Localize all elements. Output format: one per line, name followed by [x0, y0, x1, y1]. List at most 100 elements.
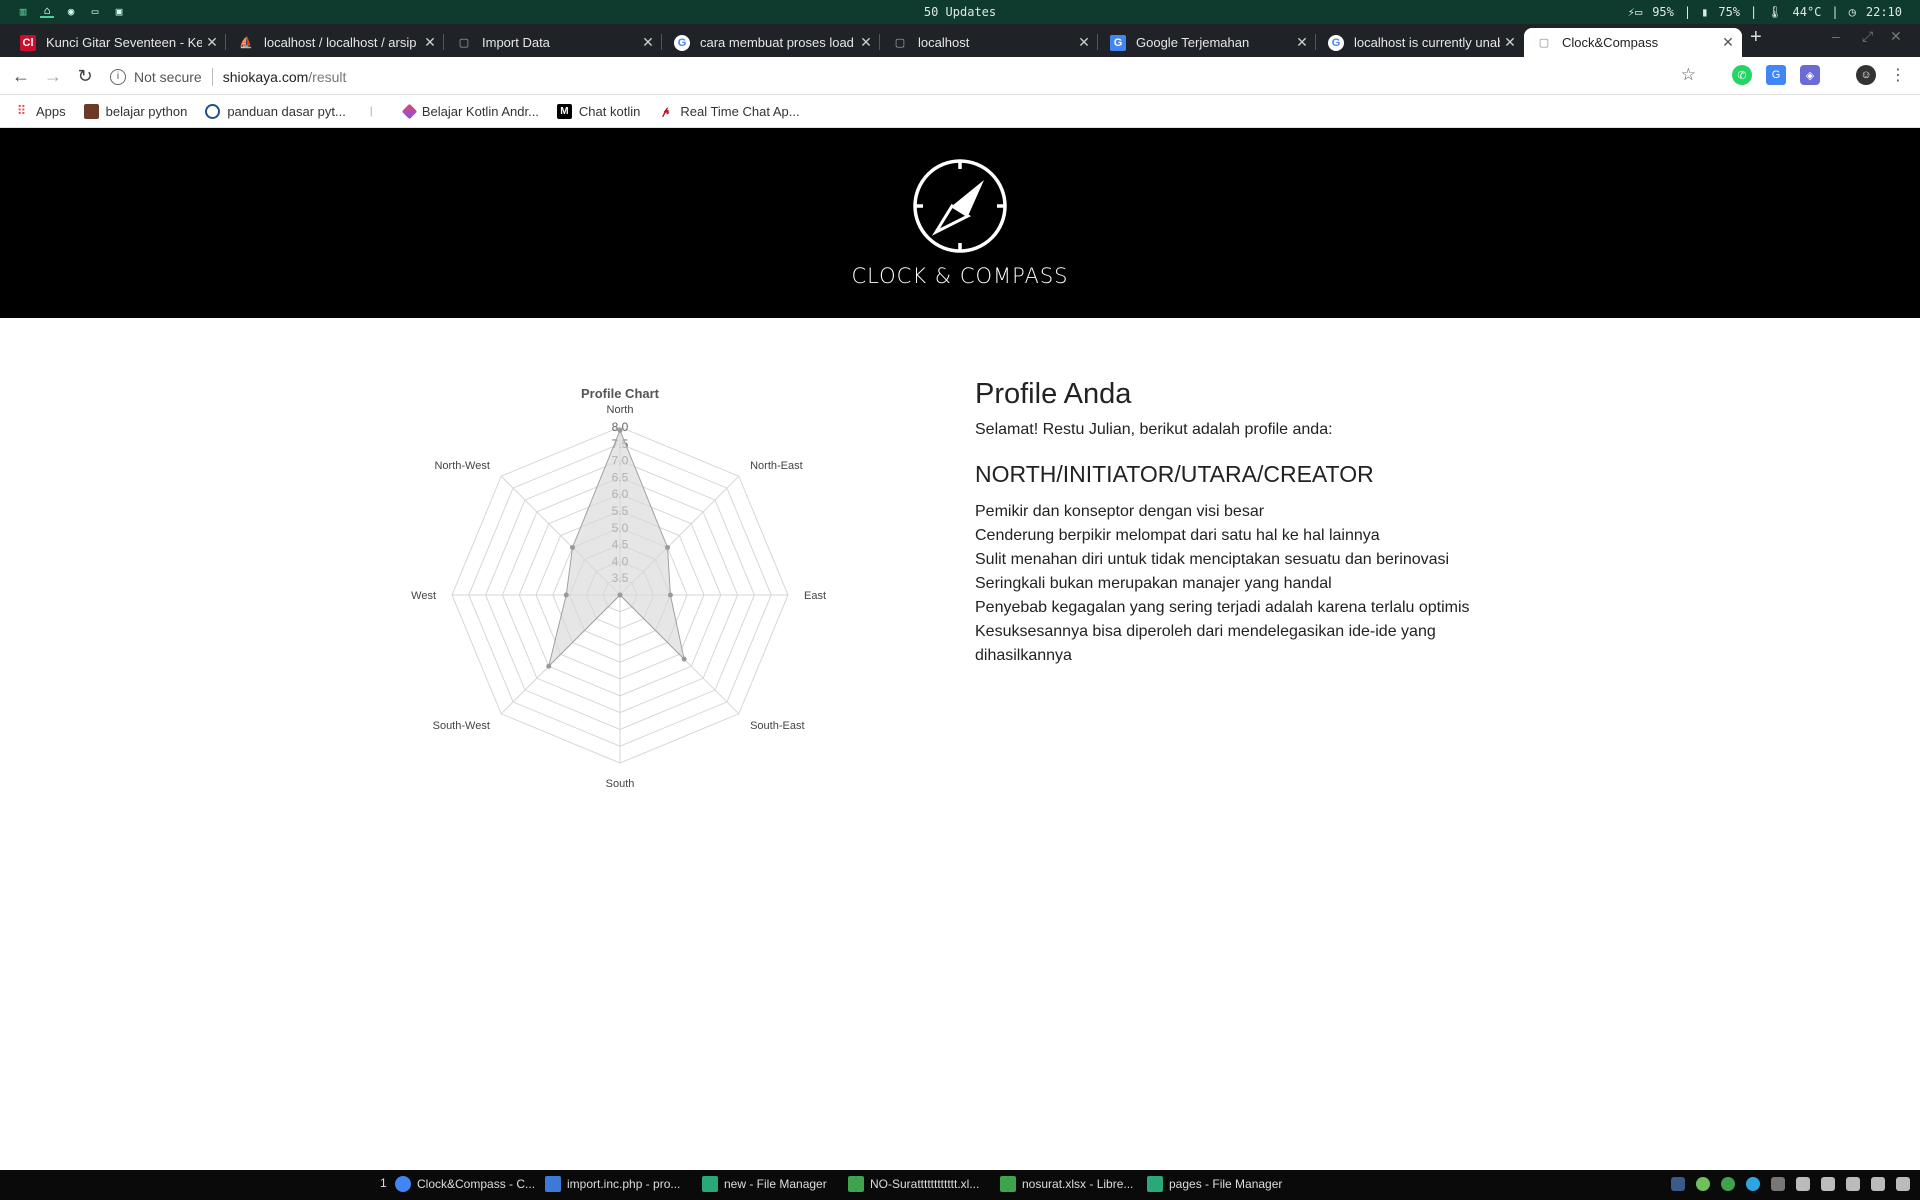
whatsapp-icon[interactable]: ✆: [1732, 65, 1752, 85]
trait-item: Penyebab kegagalan yang sering terjadi a…: [975, 599, 1470, 616]
kotlin-icon: [401, 103, 418, 119]
forward-arrow-icon[interactable]: →: [40, 63, 66, 89]
translate-extension-icon[interactable]: G: [1766, 65, 1786, 85]
speaker-icon[interactable]: [1896, 1177, 1910, 1191]
phpmyadmin-icon: ⛵: [239, 37, 253, 49]
trait-item: Seringkali bukan merupakan manajer yang …: [975, 575, 1332, 592]
security-label[interactable]: Not secure: [134, 69, 202, 85]
close-icon[interactable]: ✕: [202, 34, 222, 51]
chrome-icon: [395, 1176, 411, 1192]
data-point: [667, 592, 673, 598]
task-file-manager[interactable]: pages - File Manager: [1147, 1176, 1282, 1192]
axis-label: North-East: [750, 460, 803, 472]
back-arrow-icon[interactable]: ←: [8, 63, 34, 89]
task-file-manager[interactable]: new - File Manager: [702, 1176, 827, 1192]
task-chrome[interactable]: Clock&Compass - C...: [395, 1176, 535, 1192]
workspace-number[interactable]: 1: [380, 1176, 387, 1190]
trait-item: Kesuksesannya bisa diperoleh dari mendel…: [975, 623, 1436, 664]
profile-panel: Profile Anda Selamat! Restu Julian, beri…: [975, 378, 1495, 668]
display-icon[interactable]: [1871, 1177, 1885, 1191]
axis-label: North: [607, 404, 634, 416]
reload-icon[interactable]: ↻: [72, 63, 98, 89]
data-point: [569, 544, 575, 550]
axis-label: North-West: [434, 460, 489, 472]
avatar[interactable]: ☺: [1856, 65, 1876, 85]
tab[interactable]: ▢ localhost ✕: [880, 28, 1098, 57]
tray-chat-icon[interactable]: [1721, 1177, 1735, 1191]
tab-title: Import Data: [482, 35, 550, 50]
info-icon[interactable]: i: [110, 69, 126, 85]
close-icon[interactable]: ✕: [1718, 34, 1738, 51]
compass-logo-icon[interactable]: [900, 156, 1020, 256]
close-icon[interactable]: ✕: [1500, 34, 1520, 51]
editor-icon: [545, 1176, 561, 1192]
temperature: 44°C: [1792, 5, 1822, 19]
volume-icon[interactable]: [1821, 1177, 1835, 1191]
bookmark-leaf[interactable]: ❘: [364, 104, 386, 119]
thermometer-icon: 🌡: [1767, 5, 1783, 19]
cl-icon: Cl: [20, 34, 36, 51]
clock-icon: ◷: [1848, 5, 1856, 19]
tab[interactable]: G localhost is currently unab ✕: [1316, 28, 1524, 57]
profile-type-title: NORTH/INITIATOR/UTARA/CREATOR: [975, 461, 1374, 487]
bookmark-chat-kotlin[interactable]: M Chat kotlin: [556, 103, 640, 119]
chart-title: Profile Chart: [581, 386, 660, 401]
brand-name[interactable]: CLOCK & COMPASS: [0, 264, 1920, 288]
menu-dots-icon[interactable]: ⋮: [1890, 65, 1906, 85]
bookmark-panduan[interactable]: panduan dasar pyt...: [205, 103, 346, 119]
axis-label: South: [606, 778, 635, 790]
minimize-icon[interactable]: –: [1832, 28, 1840, 44]
data-point: [681, 656, 687, 662]
star-icon[interactable]: ☆: [1681, 65, 1696, 85]
bluetooth-icon[interactable]: [1796, 1177, 1810, 1191]
task-spreadsheet[interactable]: NO-Suratttttttttttt.xl...: [848, 1176, 979, 1192]
close-icon[interactable]: ✕: [1292, 34, 1312, 51]
tab-title: cara membuat proses load: [700, 35, 854, 50]
browser-tab-strip: Cl Kunci Gitar Seventeen - Ke ✕ ⛵ localh…: [0, 24, 1920, 57]
system-tray: [1671, 1177, 1910, 1191]
tray-telegram-icon[interactable]: [1746, 1177, 1760, 1191]
folder-icon: [1147, 1176, 1163, 1192]
apps-grid-icon: ⠿: [16, 103, 27, 118]
tab-active[interactable]: ▢ Clock&Compass ✕: [1524, 28, 1742, 57]
storage-level: 75%: [1718, 5, 1741, 19]
tab[interactable]: ▢ Import Data ✕: [444, 28, 662, 57]
url-path[interactable]: /result: [308, 69, 346, 85]
close-icon[interactable]: ✕: [638, 34, 658, 51]
tray-play-icon[interactable]: [1771, 1177, 1785, 1191]
trait-item: Pemikir dan konseptor dengan visi besar: [975, 503, 1265, 520]
task-editor[interactable]: import.inc.php - pro...: [545, 1176, 680, 1192]
network-icon[interactable]: [1846, 1177, 1860, 1191]
profile-heading: Profile Anda: [975, 378, 1132, 410]
bookmark-kotlin[interactable]: Belajar Kotlin Andr...: [401, 103, 539, 119]
tab-title: Google Terjemahan: [1136, 35, 1250, 50]
tab[interactable]: ⛵ localhost / localhost / arsip ✕: [226, 28, 444, 57]
tab[interactable]: Cl Kunci Gitar Seventeen - Ke ✕: [8, 28, 226, 57]
bookmark-real-time-chat[interactable]: 𝓅 Real Time Chat Ap...: [658, 104, 799, 119]
tray-app-icon[interactable]: [1671, 1177, 1685, 1191]
extension-icon[interactable]: ◈: [1800, 65, 1820, 85]
trait-item: Cenderung berpikir melompat dari satu ha…: [975, 527, 1380, 544]
bookmark-apps[interactable]: ⠿ Apps: [14, 103, 66, 119]
bookmarks-bar: ⠿ Apps belajar python panduan dasar pyt.…: [0, 95, 1920, 128]
new-tab-button[interactable]: +: [1750, 26, 1762, 49]
task-spreadsheet[interactable]: nosurat.xlsx - Libre...: [1000, 1176, 1133, 1192]
profile-greeting: Selamat! Restu Julian, berikut adalah pr…: [975, 421, 1333, 438]
url-host[interactable]: shiokaya.com: [223, 69, 309, 85]
globe-icon: [205, 103, 221, 119]
address-bar[interactable]: i Not secure shiokaya.com/result: [110, 63, 1710, 91]
maximize-icon[interactable]: ⤢: [1862, 28, 1873, 45]
close-window-icon[interactable]: ✕: [1890, 28, 1902, 45]
data-point: [665, 544, 671, 550]
tray-android-icon[interactable]: [1696, 1177, 1710, 1191]
tab[interactable]: G Google Terjemahan ✕: [1098, 28, 1316, 57]
bookmark-belajar-python[interactable]: belajar python: [83, 103, 187, 119]
close-icon[interactable]: ✕: [420, 34, 440, 51]
tab[interactable]: G cara membuat proses load ✕: [662, 28, 880, 57]
google-icon: G: [1328, 34, 1344, 51]
folder-icon: [702, 1176, 718, 1192]
close-icon[interactable]: ✕: [1074, 34, 1094, 51]
close-icon[interactable]: ✕: [856, 34, 876, 51]
tab-title: localhost: [918, 35, 970, 50]
axis-label: South-East: [750, 720, 804, 732]
